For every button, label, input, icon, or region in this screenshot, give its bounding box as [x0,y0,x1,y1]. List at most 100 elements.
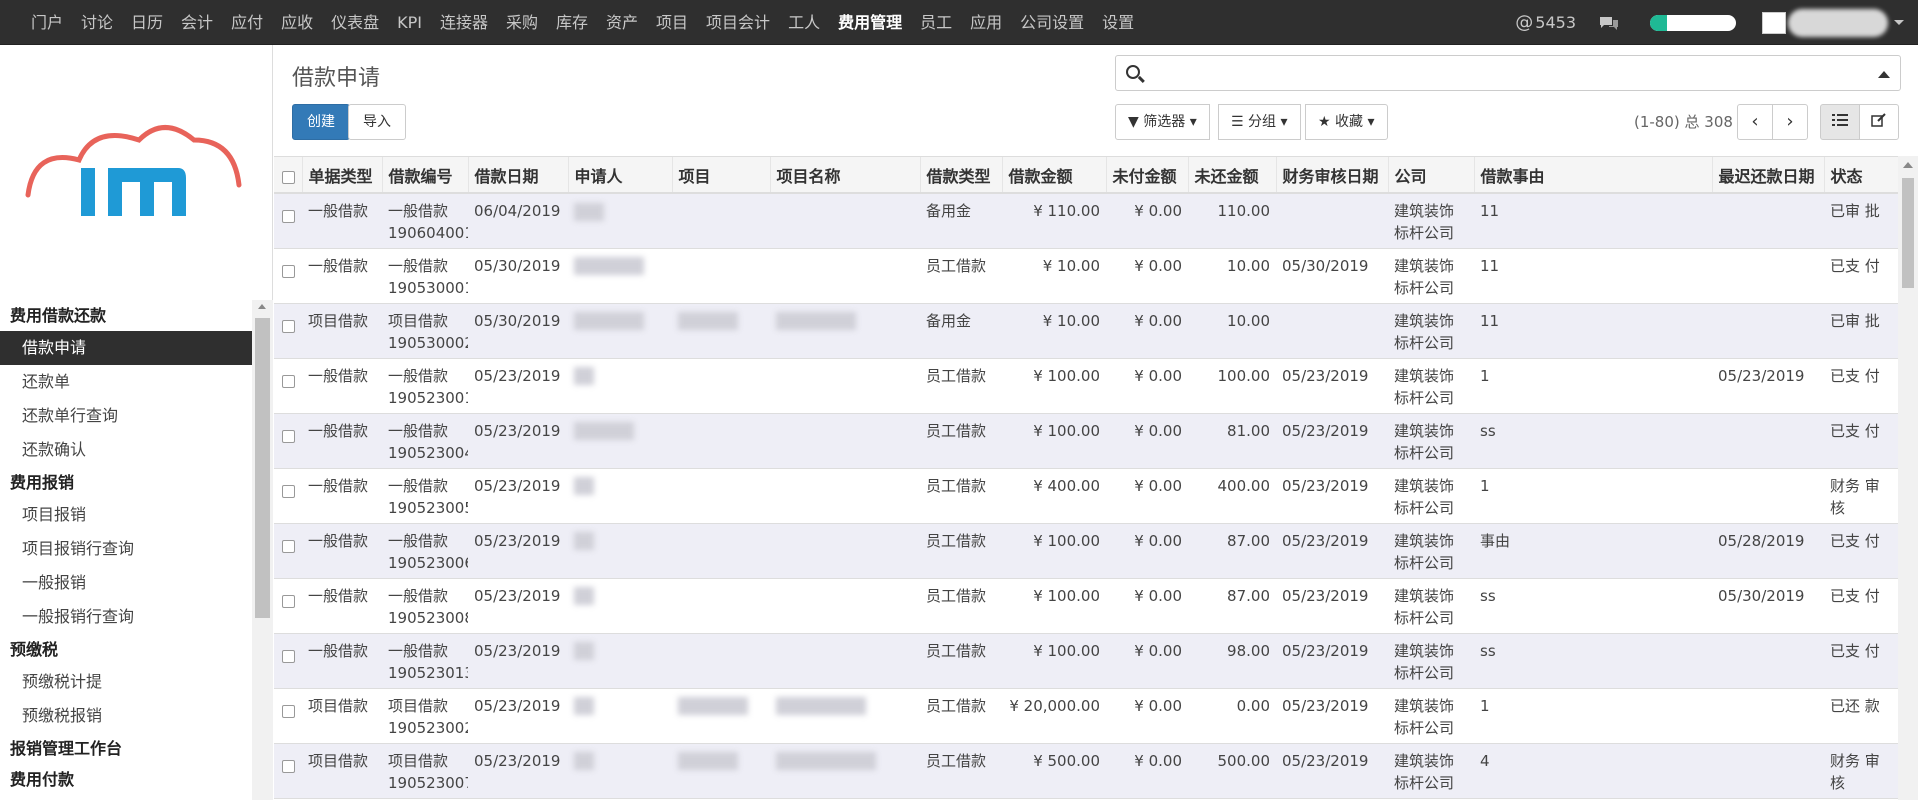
table-row[interactable]: 一般借款 一般借款 190523006 05/23/2019 员工借款 ¥ 100.00… [274,523,1898,579]
chat-icon[interactable] [1598,15,1620,31]
scrollbar-thumb[interactable] [255,318,270,618]
top-menu-item[interactable]: 项目会计 [697,0,779,45]
top-menu-item[interactable]: 员工 [911,0,961,45]
mentions-indicator[interactable]: @ 5453 [1515,12,1576,33]
sidebar-item[interactable]: 预缴税报销 [0,699,252,733]
scroll-up-icon[interactable] [1903,162,1913,168]
table-row[interactable]: 一般借款 一般借款 190523008 05/23/2019 员工借款 ¥ 100.00… [274,578,1898,634]
column-header[interactable]: 申请人 [568,157,673,194]
table-row[interactable]: 一般借款 一般借款 190523005 05/23/2019 员工借款 ¥ 400.00… [274,468,1898,524]
table-row[interactable]: 项目借款 项目借款 190523002 05/23/2019 员工借款 ¥ 20,000… [274,688,1898,744]
top-menu-item[interactable]: 公司设置 [1011,0,1093,45]
column-header[interactable]: 财务审核日期 [1276,157,1389,194]
row-checkbox-cell[interactable] [274,193,302,249]
table-row[interactable]: 一般借款 一般借款 190523013 05/23/2019 员工借款 ¥ 100.00… [274,633,1898,689]
row-checkbox-cell[interactable] [274,633,302,689]
favorites-button[interactable]: ★ 收藏 ▾ [1305,104,1388,140]
search-options-toggle-icon[interactable] [1878,71,1890,78]
user-name-blurred[interactable] [1788,8,1888,37]
row-checkbox[interactable] [282,759,295,773]
top-menu-item[interactable]: 库存 [547,0,597,45]
column-header[interactable]: 借款日期 [468,157,569,194]
sidebar-item[interactable]: 预缴税计提 [0,665,252,699]
row-checkbox-cell[interactable] [274,413,302,469]
column-header[interactable]: 项目名称 [770,157,921,194]
column-header[interactable]: 状态 [1824,157,1898,194]
sidebar-item[interactable]: 还款单 [0,365,252,399]
row-checkbox-cell[interactable] [274,578,302,634]
column-header[interactable]: 公司 [1388,157,1475,194]
top-menu-item[interactable]: 连接器 [431,0,497,45]
column-header[interactable]: 借款类型 [920,157,1003,194]
top-menu-item[interactable]: 项目 [647,0,697,45]
top-menu-item[interactable]: 应付 [222,0,272,45]
row-checkbox-cell[interactable] [274,358,302,414]
row-checkbox[interactable] [282,594,295,608]
top-menu-item[interactable]: 会计 [172,0,222,45]
sidebar-item[interactable]: 项目报销 [0,498,252,532]
search-input[interactable] [1115,55,1901,91]
top-menu-item[interactable]: 应用 [961,0,1011,45]
sidebar-item[interactable]: 还款确认 [0,433,252,467]
top-menu-item[interactable]: KPI [388,0,431,45]
row-checkbox-cell[interactable] [274,688,302,744]
scroll-up-icon[interactable] [258,304,266,309]
top-menu-item[interactable]: 门户 [22,0,72,45]
sidebar-section-title[interactable]: 报销管理工作台 [0,733,252,764]
sidebar-item[interactable]: 一般报销 [0,566,252,600]
sidebar-item[interactable]: 项目报销行查询 [0,532,252,566]
top-menu-item[interactable]: 资产 [597,0,647,45]
sidebar-section-title[interactable]: 费用报销 [0,467,252,498]
table-row[interactable]: 一般借款 一般借款 190604001 06/04/2019 备用金 ¥ 110.00 ¥… [274,193,1898,249]
form-view-button[interactable] [1859,104,1899,140]
row-checkbox[interactable] [282,429,295,443]
row-checkbox[interactable] [282,539,295,553]
sidebar-item[interactable]: 一般报销行查询 [0,600,252,634]
row-checkbox-cell[interactable] [274,468,302,524]
top-menu-item[interactable]: 采购 [497,0,547,45]
row-checkbox[interactable] [282,484,295,498]
column-header[interactable]: 借款金额 [1002,157,1107,194]
sidebar-section-title[interactable]: 预缴税 [0,634,252,665]
row-checkbox[interactable] [282,264,295,278]
top-menu-item[interactable]: 仪表盘 [322,0,388,45]
list-view-button[interactable] [1820,104,1860,140]
top-menu-item[interactable]: 讨论 [72,0,122,45]
row-checkbox-cell[interactable] [274,743,302,799]
table-scrollbar[interactable] [1898,156,1918,800]
column-header[interactable]: 单据类型 [302,157,383,194]
column-header[interactable]: 借款编号 [382,157,469,194]
select-all-checkbox-cell[interactable] [274,157,303,194]
top-menu-item[interactable]: 日历 [122,0,172,45]
row-checkbox[interactable] [282,649,295,663]
row-checkbox[interactable] [282,704,295,718]
next-page-button[interactable]: › [1772,104,1808,140]
column-header[interactable]: 借款事由 [1474,157,1713,194]
create-button[interactable]: 创建 [292,104,350,140]
top-menu-item[interactable]: 设置 [1093,0,1143,45]
filter-button[interactable]: ▼ 筛选器 ▾ [1115,104,1210,140]
sidebar-scrollbar[interactable] [252,300,273,800]
table-row[interactable]: 项目借款 项目借款 190523007 05/23/2019 员工借款 ¥ 500.00… [274,743,1898,799]
pager-value[interactable]: (1-80) 总 308 [1634,111,1733,132]
top-menu-item[interactable]: 费用管理 [829,0,911,45]
import-button[interactable]: 导入 [348,104,406,140]
row-checkbox-cell[interactable] [274,248,302,304]
column-header[interactable]: 未付金额 [1106,157,1189,194]
row-checkbox[interactable] [282,210,295,223]
user-menu-chevron-icon[interactable] [1894,20,1904,25]
select-all-checkbox[interactable] [282,171,295,184]
column-header[interactable]: 未还金额 [1188,157,1277,194]
sidebar-item[interactable]: 借款申请 [0,331,252,365]
column-header[interactable]: 最迟还款日期 [1712,157,1825,194]
column-header[interactable]: 项目 [672,157,771,194]
table-row[interactable]: 一般借款 一般借款 190523001 05/23/2019 员工借款 ¥ 100.00… [274,358,1898,414]
row-checkbox[interactable] [282,319,295,333]
row-checkbox[interactable] [282,374,295,388]
scrollbar-thumb[interactable] [1902,178,1914,288]
top-menu-item[interactable]: 应收 [272,0,322,45]
previous-page-button[interactable]: ‹ [1737,104,1773,140]
top-menu-item[interactable]: 工人 [779,0,829,45]
table-row[interactable]: 一般借款 一般借款 190530001 05/30/2019 员工借款 ¥ 10.00 ¥… [274,248,1898,304]
table-row[interactable]: 一般借款 一般借款 190523004 05/23/2019 员工借款 ¥ 100.00… [274,413,1898,469]
